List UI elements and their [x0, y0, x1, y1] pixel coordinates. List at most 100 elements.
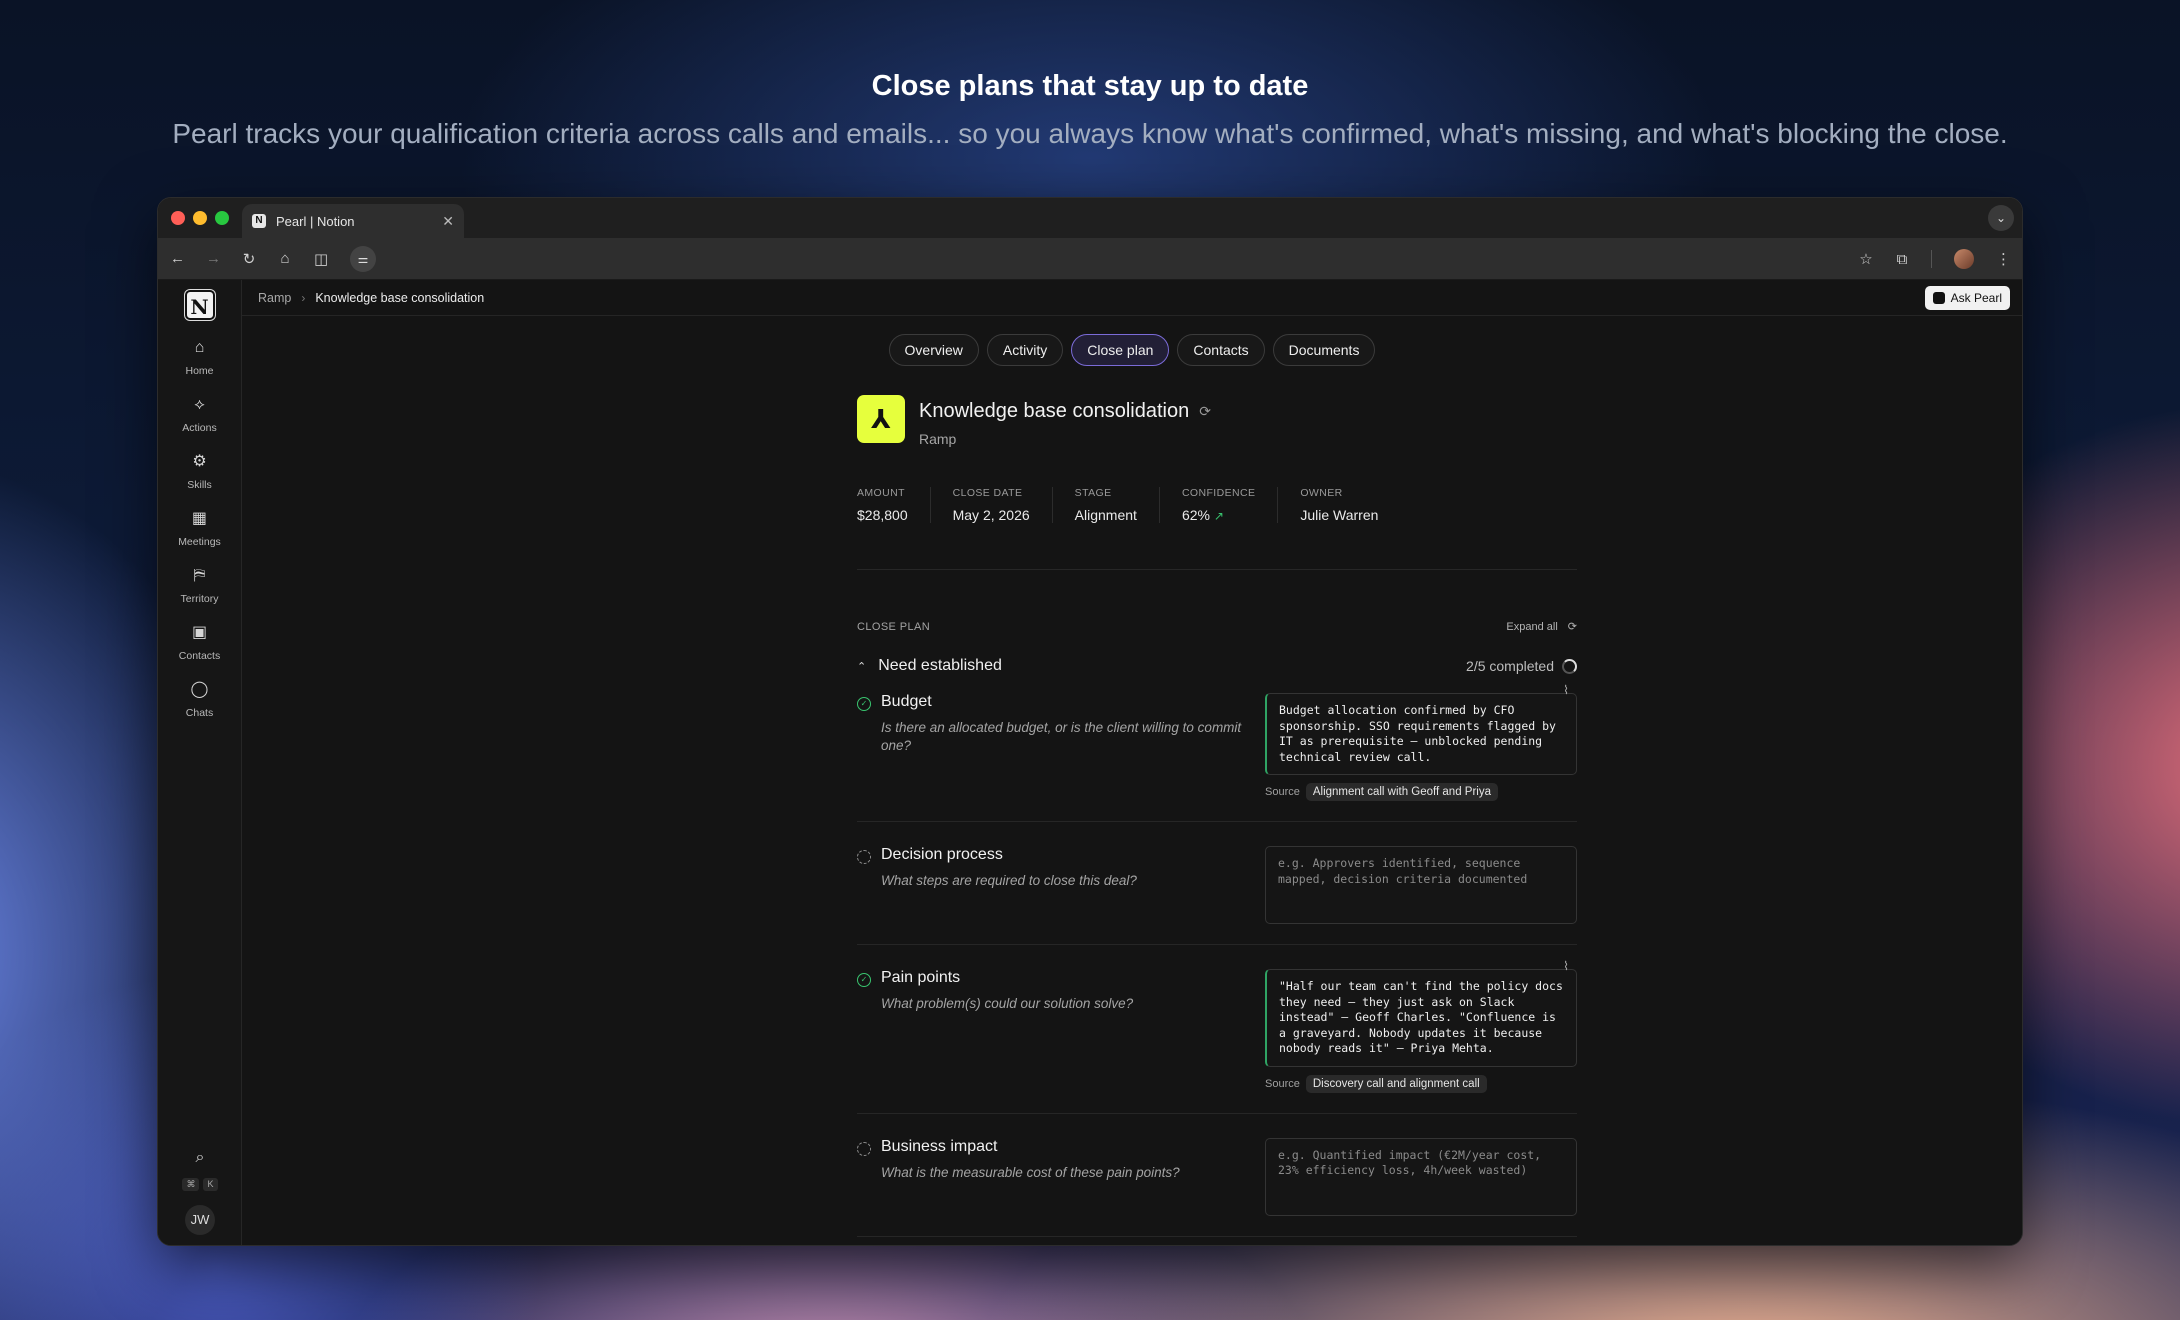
- back-arrow-icon[interactable]: ←: [170, 250, 185, 267]
- home-icon: ⌂: [194, 339, 205, 356]
- criteria-info: ✓ Budget Is there an allocated budget, o…: [857, 693, 1257, 801]
- completion-count: 2/5 completed: [1466, 658, 1554, 674]
- check-circle-icon[interactable]: ✓: [857, 697, 871, 711]
- toolbar-right: ☆ ⧉ ⋮: [1859, 238, 2011, 280]
- actions-icon: ⟡: [194, 396, 205, 413]
- sidebar-item-actions[interactable]: ⟡ Actions: [182, 395, 216, 434]
- metric-value-row: 62% ↗: [1182, 507, 1255, 523]
- profile-avatar[interactable]: [1954, 249, 1974, 269]
- bookmark-star-icon[interactable]: ☆: [1859, 250, 1873, 268]
- check-circle-icon[interactable]: ✓: [857, 973, 871, 988]
- criteria-note-input[interactable]: e.g. Quantified impact (€2M/year cost, 2…: [1265, 1137, 1577, 1216]
- section-divider: [857, 569, 1577, 570]
- metric-value: 62%: [1181, 507, 1210, 523]
- criteria-note-input[interactable]: e.g. Approvers identified, sequence mapp…: [1265, 846, 1577, 925]
- toolbar-divider: [1931, 250, 1932, 268]
- criteria-note[interactable]: Budget allocation confirmed by CFO spons…: [1265, 693, 1577, 776]
- chevron-right-icon: ›: [301, 290, 306, 305]
- metric-confidence: CONFIDENCE 62% ↗: [1158, 487, 1277, 523]
- ask-pearl-button[interactable]: Ask Pearl: [1924, 286, 2010, 310]
- forward-arrow-icon[interactable]: →: [206, 250, 221, 267]
- pearl-icon: [1932, 292, 1945, 304]
- source-label: Source: [1265, 786, 1300, 799]
- sidebar-item-home[interactable]: ⌂ Home: [185, 338, 213, 377]
- paperclip-icon[interactable]: ⌇: [1563, 959, 1569, 973]
- sidebar-item-meetings[interactable]: ▦ Meetings: [178, 509, 221, 548]
- expand-all-button[interactable]: Expand all ⟳: [1506, 620, 1577, 634]
- refresh-icon: ⟳: [1567, 621, 1577, 633]
- breadcrumb-ramp[interactable]: Ramp: [258, 291, 291, 305]
- ask-pearl-label: Ask Pearl: [1950, 291, 2002, 305]
- kebab-menu-icon[interactable]: ⋮: [1996, 250, 2011, 268]
- user-avatar[interactable]: JW: [185, 1205, 215, 1235]
- minimize-window-button[interactable]: [193, 211, 207, 225]
- browser-window: N Pearl | Notion ✕ ⌄ ← → ↻ ⌂ ◫ ⚌ ☆ ⧉ ⋮ N…: [157, 197, 2023, 1246]
- metric-label: STAGE: [1074, 487, 1112, 499]
- criteria-question: What is the measurable cost of these pai…: [881, 1164, 1180, 1180]
- extensions-puzzle-icon[interactable]: ⧉: [1895, 251, 1909, 268]
- main-panel: Ramp › Knowledge base consolidation Ask …: [242, 280, 2022, 1245]
- site-settings-icon[interactable]: ⚌: [350, 245, 376, 272]
- deal-company[interactable]: Ramp: [919, 431, 1211, 447]
- close-plan-label: CLOSE PLAN: [857, 620, 931, 633]
- search-shortcut: ⌘ K: [182, 1178, 218, 1191]
- criteria-item-business-impact: · Business impact What is the measurable…: [857, 1114, 1577, 1237]
- tab-documents[interactable]: Documents: [1272, 334, 1376, 366]
- chat-bubble-icon: ◯: [190, 681, 209, 698]
- paperclip-icon[interactable]: ⌇: [1563, 683, 1569, 697]
- criteria-info: · Decision process What steps are requir…: [857, 846, 1257, 924]
- close-plan-header: CLOSE PLAN Expand all ⟳: [857, 620, 1577, 634]
- notion-logo[interactable]: N: [184, 290, 215, 320]
- deal-header: ⅄ Knowledge base consolidation ⟳ Ramp: [857, 395, 1577, 447]
- map-pin-icon: ⛿: [193, 567, 206, 584]
- sidebar-item-skills[interactable]: ⚙ Skills: [187, 452, 212, 491]
- breadcrumb-current[interactable]: Knowledge base consolidation: [315, 291, 484, 305]
- criteria-list: ✓ Budget Is there an allocated budget, o…: [857, 683, 1577, 1237]
- search-icon[interactable]: ⌕: [196, 1148, 205, 1168]
- metric-value: Alignment: [1074, 507, 1137, 523]
- maximize-window-button[interactable]: [215, 211, 229, 225]
- notion-favicon-icon: N: [252, 214, 266, 228]
- browser-tab[interactable]: N Pearl | Notion ✕: [242, 204, 464, 238]
- sidebar-item-contacts[interactable]: ▣ Contacts: [179, 623, 220, 662]
- criteria-item-budget: ✓ Budget Is there an allocated budget, o…: [857, 683, 1577, 823]
- skills-icon: ⚙: [192, 453, 207, 470]
- close-window-button[interactable]: [171, 211, 185, 225]
- window-controls: [171, 211, 229, 225]
- source-chip[interactable]: Discovery call and alignment call: [1305, 1074, 1487, 1093]
- sync-icon[interactable]: ⟳: [1199, 403, 1211, 420]
- metric-label: CONFIDENCE: [1181, 487, 1256, 499]
- source-label: Source: [1265, 1077, 1300, 1090]
- criteria-question: What steps are required to close this de…: [881, 873, 1137, 889]
- progress-ring-icon: [1562, 658, 1577, 674]
- reload-icon[interactable]: ↻: [242, 250, 256, 268]
- sidebar-item-territory[interactable]: ⛿ Territory: [181, 566, 219, 605]
- completion-status: 2/5 completed: [1466, 658, 1577, 674]
- criteria-info: · Business impact What is the measurable…: [857, 1138, 1257, 1216]
- source-chip[interactable]: Alignment call with Geoff and Priya: [1305, 783, 1498, 802]
- pending-circle-icon[interactable]: ·: [857, 850, 871, 865]
- criteria-title: Business impact: [881, 1137, 998, 1155]
- hero-subtitle: Pearl tracks your qualification criteria…: [172, 118, 2008, 149]
- criteria-title: Decision process: [881, 846, 1003, 864]
- criteria-note-area: e.g. Quantified impact (€2M/year cost, 2…: [1265, 1137, 1577, 1216]
- sidebar-item-label: Chats: [185, 707, 214, 719]
- criteria-question: Is there an allocated budget, or is the …: [881, 720, 1242, 754]
- tab-close-plan[interactable]: Close plan: [1071, 334, 1170, 366]
- ramp-logo: ⅄: [857, 395, 905, 443]
- criteria-note[interactable]: "Half our team can't find the policy doc…: [1265, 969, 1577, 1067]
- section-title: Need established: [878, 657, 1002, 674]
- pending-circle-icon[interactable]: ·: [857, 1141, 871, 1156]
- source-row: Source Discovery call and alignment call: [1265, 1074, 1577, 1093]
- tab-overview[interactable]: Overview: [888, 334, 979, 366]
- home-icon[interactable]: ⌂: [278, 250, 292, 267]
- section-need-established[interactable]: ⌃ Need established 2/5 completed: [857, 657, 1577, 675]
- tab-activity[interactable]: Activity: [986, 334, 1064, 366]
- tab-search-chevron-icon[interactable]: ⌄: [1988, 205, 2014, 231]
- tab-contacts[interactable]: Contacts: [1177, 334, 1265, 366]
- close-icon[interactable]: ✕: [442, 213, 454, 230]
- sidebar-item-chats[interactable]: ◯ Chats: [186, 680, 213, 719]
- metric-value: $28,800: [857, 507, 908, 523]
- reading-mode-icon[interactable]: ◫: [314, 250, 328, 268]
- sidebar: N ⌂ Home ⟡ Actions ⚙ Skills ▦ Meetings ⛿…: [158, 280, 242, 1245]
